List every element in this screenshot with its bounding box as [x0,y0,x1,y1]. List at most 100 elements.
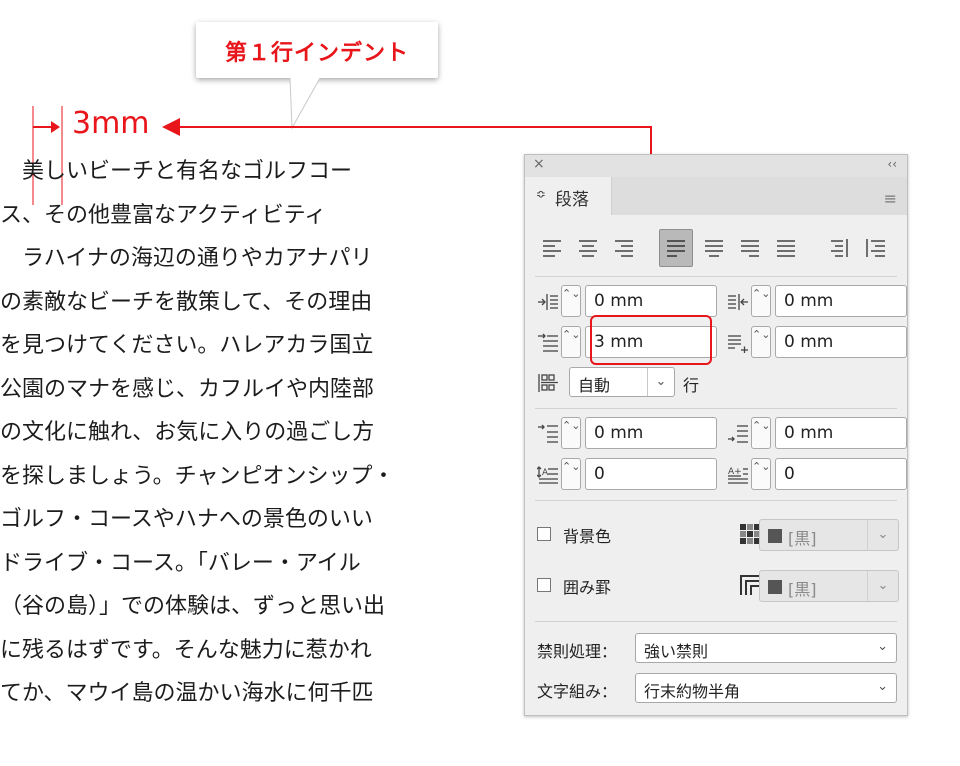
text-line: 公園のマナを感じ、カフルイや内陸部 [0,376,375,402]
space-before-stepper[interactable]: ⌃⌄ [561,417,581,449]
grid-align-icon [538,374,558,392]
text-line: を探しましょう。チャンピオンシップ・ [0,463,395,489]
divider [535,408,897,409]
align-towards-spine-button[interactable] [821,229,855,267]
grid-alignment-select[interactable]: 自動 ⌄ [569,367,675,397]
justify-right-icon [741,240,759,257]
swatch-grid-icon[interactable] [739,523,761,545]
space-after-field: ⌃⌄ 0 mm [727,417,907,451]
shading-color-value: [黒] [788,529,817,548]
right-indent-icon [728,294,748,310]
chevron-down-icon: ⌄ [647,368,674,396]
space-before-input[interactable]: 0 mm [585,417,717,449]
chevron-down-icon: ⌄ [877,639,888,654]
text-line: に残るはずです。そんな魅力に惹かれ [0,637,372,663]
justify-left-icon [667,240,685,257]
align-center-icon [579,240,597,257]
border-color-value: [黒] [788,580,817,599]
text-line: を見つけてください。ハレアカラ国立 [0,333,374,358]
left-indent-input[interactable]: 0 mm [585,285,717,317]
justify-center-button[interactable] [697,229,731,267]
divider [535,500,897,501]
indent-arrow-head [51,121,60,133]
space-after-icon [728,425,748,443]
last-line-indent-field: ⌃⌄ 0 mm [727,326,907,360]
align-center-button[interactable] [571,229,605,267]
svg-text:A: A [542,468,549,478]
kinsoku-label: 禁則処理： [537,642,618,661]
border-corner-icon[interactable] [739,574,761,596]
tab-expand-icon: ≎ [536,187,547,201]
panel-title-bar[interactable]: × ‹‹ [525,155,907,177]
align-left-icon [543,240,561,257]
text-line: ドライブ・コース。「バレー・アイル [0,550,361,576]
drop-cap-chars-icon: A+ [728,467,748,484]
justify-all-icon [777,240,795,257]
drop-cap-lines-input[interactable]: 0 [585,458,717,490]
drop-cap-chars-field: A+ ⌃⌄ 0 [727,458,907,492]
justify-right-button[interactable] [733,229,767,267]
text-line: ス、その他豊富なアクティビティ [0,202,327,228]
grid-unit-label: 行 [683,376,700,395]
shading-checkbox[interactable] [537,527,551,541]
mojikumi-value: 行末約物半角 [644,682,741,701]
align-away-spine-button[interactable] [859,229,893,267]
tab-paragraph[interactable]: ≎ 段落 [525,177,612,215]
collapse-icon[interactable]: ‹‹ [887,157,897,171]
left-indent-field: ⌃⌄ 0 mm [537,285,717,319]
justify-all-button[interactable] [769,229,803,267]
space-before-field: ⌃⌄ 0 mm [537,417,717,451]
text-line: ラハイナの海辺の通りやカアナパリ [0,246,373,271]
divider [535,621,897,622]
border-label: 囲み罫 [563,578,612,597]
text-line: てか、マウイ島の温かい海水に何千匹 [0,681,374,706]
align-right-icon [615,240,633,257]
space-before-icon [538,424,558,443]
left-indent-icon [538,294,558,310]
color-swatch [768,529,782,543]
text-line: の文化に触れ、お気に入りの過ごし方 [0,420,375,445]
align-left-button[interactable] [535,229,569,267]
article-text: 美しいビーチと有名なゴルフコー ス、その他豊富なアクティビティ ラハイナの海辺の… [0,150,470,716]
panel-menu-icon[interactable]: ≡ [884,189,897,208]
mojikumi-row: 文字組み： 行末約物半角 ⌄ [537,673,899,705]
text-line: の素敵なビーチを散策して、その理由 [0,289,373,315]
drop-cap-lines-field: A ⌃⌄ 0 [537,458,717,492]
mojikumi-label: 文字組み： [537,682,618,701]
last-line-indent-stepper[interactable]: ⌃⌄ [751,326,771,358]
drop-cap-lines-icon: A [537,466,558,484]
drop-cap-chars-stepper[interactable]: ⌃⌄ [751,458,771,490]
tab-strip [612,177,907,215]
text-line: ゴルフ・コースやハナへの景色のいい [0,507,373,532]
first-line-indent-stepper[interactable]: ⌃⌄ [561,326,581,358]
shading-color-select[interactable]: [黒] ⌄ [759,519,899,551]
justify-left-button[interactable] [659,229,693,267]
tab-label: 段落 [555,190,589,210]
justify-center-icon [705,240,723,257]
right-indent-field: ⌃⌄ 0 mm [727,285,907,319]
left-indent-stepper[interactable]: ⌃⌄ [561,285,581,317]
border-color-select[interactable]: [黒] ⌄ [759,570,899,602]
border-checkbox[interactable] [537,578,551,592]
grid-alignment-value: 自動 [578,376,611,395]
space-after-input[interactable]: 0 mm [775,417,907,449]
text-line: （谷の島）」での体験は、ずっと思い出 [0,594,386,619]
shading-label: 背景色 [563,527,612,546]
shading-row: 背景色 [黒] ⌄ [537,519,909,553]
drop-cap-lines-stepper[interactable]: ⌃⌄ [561,458,581,490]
mojikumi-select[interactable]: 行末約物半角 ⌄ [635,673,897,703]
align-right-button[interactable] [607,229,641,267]
last-line-right-indent-icon [728,335,748,353]
chevron-down-icon: ⌄ [877,679,888,694]
close-icon[interactable]: × [533,156,545,172]
alignment-buttons [525,229,907,269]
space-after-stepper[interactable]: ⌃⌄ [751,417,771,449]
right-indent-stepper[interactable]: ⌃⌄ [751,285,771,317]
right-indent-input[interactable]: 0 mm [775,285,907,317]
drop-cap-chars-input[interactable]: 0 [775,458,907,490]
first-line-indent-icon [538,333,558,352]
last-line-indent-input[interactable]: 0 mm [775,326,907,358]
first-line-indent-highlight [590,315,712,365]
chevron-down-icon: ⌄ [867,520,898,550]
kinsoku-select[interactable]: 強い禁則 ⌄ [635,633,897,663]
